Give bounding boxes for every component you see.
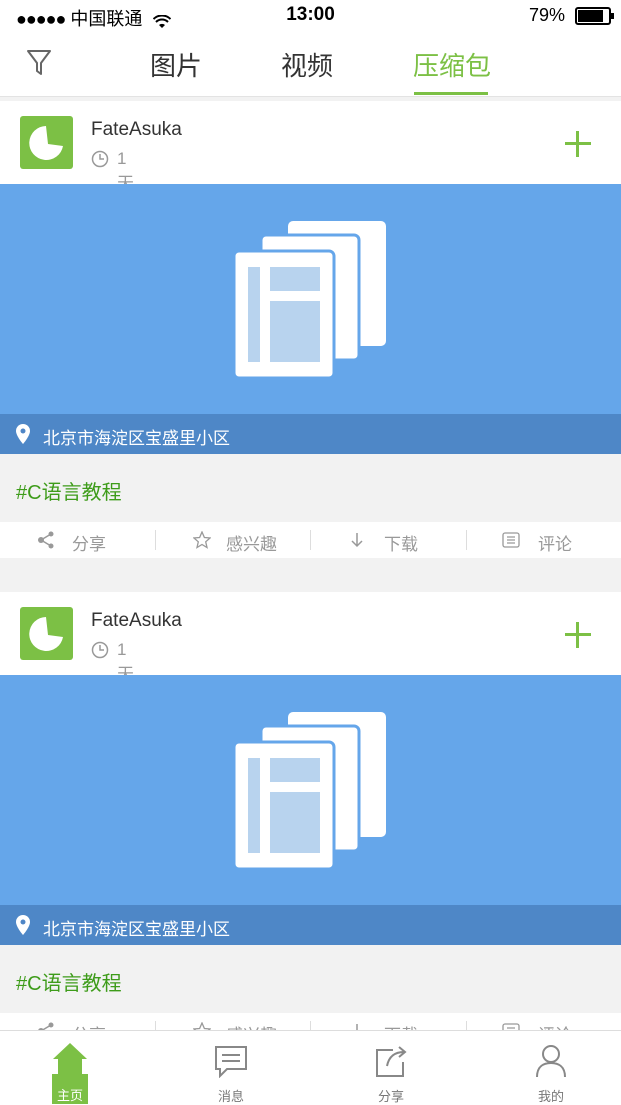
clock: 13:00 (286, 4, 335, 25)
comment-action[interactable]: 评论 (466, 522, 621, 558)
location-pin-icon (16, 424, 30, 444)
location-bar: 北京市海淀区宝盛里小区 (0, 905, 621, 945)
download-action[interactable]: 下载 (310, 522, 465, 558)
media-preview[interactable]: 北京市海淀区宝盛里小区 (0, 675, 621, 945)
bottom-tab-profile[interactable]: 我的 (511, 1031, 591, 1105)
archive-docs-icon (232, 221, 386, 380)
follow-plus-icon[interactable] (565, 131, 591, 157)
share-action[interactable]: 分享 (0, 522, 155, 558)
bottom-tab-bar: 主页 消息 分享 我的 (0, 1030, 621, 1105)
avatar[interactable] (20, 116, 73, 169)
tab-images[interactable]: 图片 (150, 46, 202, 83)
download-label: 下载 (384, 535, 418, 554)
interest-label: 感兴趣 (226, 535, 277, 554)
share-icon (373, 1044, 409, 1078)
share-label: 分享 (72, 535, 106, 554)
comment-icon (502, 531, 520, 549)
post-card: FateAsuka 1天 北京市海淀区宝盛里小区 (0, 592, 621, 1049)
username[interactable]: FateAsuka (91, 610, 182, 632)
post-header: FateAsuka 1天 (0, 592, 621, 684)
bottom-tab-messages[interactable]: 消息 (191, 1031, 271, 1105)
post-title-row: #C语言教程 (0, 945, 621, 1013)
post-header: FateAsuka 1天 (0, 101, 621, 193)
post-title-row: #C语言教程 (0, 454, 621, 522)
message-icon (213, 1044, 249, 1079)
star-icon (192, 530, 212, 549)
follow-plus-icon[interactable] (565, 622, 591, 648)
media-preview[interactable]: 北京市海淀区宝盛里小区 (0, 184, 621, 454)
bottom-tab-profile-label: 我的 (537, 1089, 564, 1104)
clock-icon (91, 150, 109, 168)
comment-label: 评论 (538, 535, 572, 554)
tab-videos[interactable]: 视频 (281, 46, 333, 83)
bottom-tab-share-label: 分享 (377, 1089, 404, 1104)
location-text: 北京市海淀区宝盛里小区 (43, 429, 230, 448)
post-title[interactable]: #C语言教程 (16, 476, 122, 505)
home-tab-label-overlay: 主页 (56, 1088, 83, 1103)
battery-icon (575, 7, 614, 25)
location-text: 北京市海淀区宝盛里小区 (43, 920, 230, 939)
post-title[interactable]: #C语言教程 (16, 967, 122, 996)
download-arrow-icon (348, 531, 366, 549)
top-nav: 图片 视频 压缩包 (0, 30, 621, 97)
action-bar: 分享 感兴趣 下载 评论 (0, 522, 621, 558)
post-card: FateAsuka 1天 北京市海淀区宝盛里小区 (0, 101, 621, 558)
filter-icon[interactable] (26, 48, 52, 78)
bottom-tab-messages-label: 消息 (217, 1089, 244, 1104)
clock-icon (91, 641, 109, 659)
location-bar: 北京市海淀区宝盛里小区 (0, 414, 621, 454)
avatar[interactable] (20, 607, 73, 660)
username[interactable]: FateAsuka (91, 119, 182, 141)
profile-icon (533, 1044, 569, 1078)
active-tab-indicator (414, 92, 488, 95)
location-pin-icon (16, 915, 30, 935)
bottom-tab-share[interactable]: 分享 (351, 1031, 431, 1105)
tab-archives[interactable]: 压缩包 (413, 46, 491, 83)
status-bar: ●●●●● 中国联通 13:00 79% (0, 0, 621, 30)
archive-docs-icon (232, 712, 386, 871)
interest-action[interactable]: 感兴趣 (155, 522, 310, 558)
share-nodes-icon (37, 531, 55, 549)
battery-percent: 79% (528, 5, 565, 25)
